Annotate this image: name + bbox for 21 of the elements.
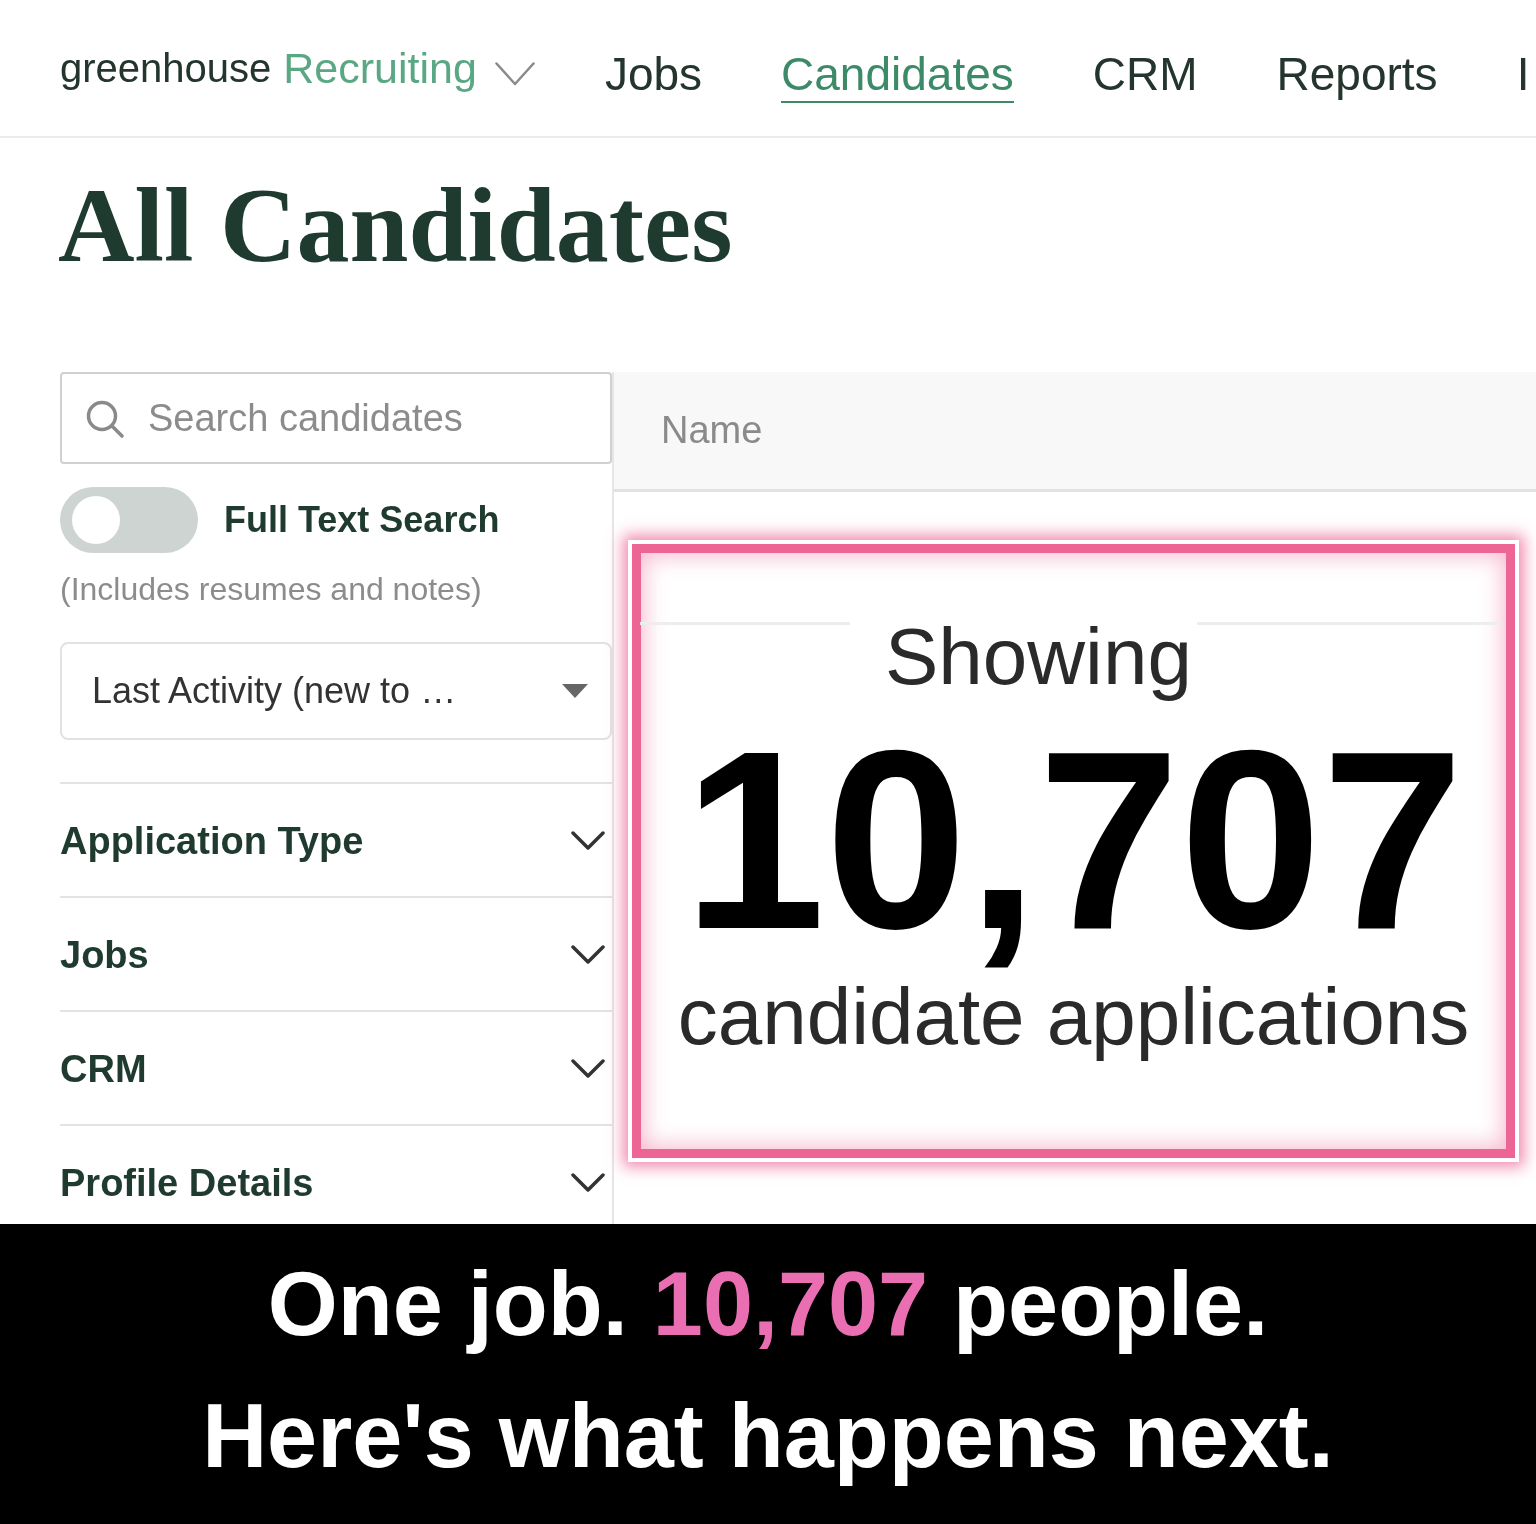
nav-link[interactable]: Jobs: [604, 48, 703, 103]
chevron-down-icon: [494, 62, 535, 86]
filter-section-header[interactable]: Application Type: [60, 782, 612, 896]
page-title: All Candidates: [58, 173, 733, 279]
caret-down-icon: [562, 684, 588, 698]
brand-wordmark: greenhouse: [60, 45, 272, 91]
caption-line: One job. 10,707 people.: [267, 1253, 1269, 1356]
hint-text: (Includes resumes and notes): [60, 570, 482, 608]
nav-link[interactable]: Reports: [1276, 48, 1438, 103]
candidate-count: 10,707: [682, 702, 1465, 978]
filter-section-header[interactable]: CRM: [60, 1010, 612, 1124]
filter-section-header[interactable]: Jobs: [60, 896, 612, 1010]
nav-link[interactable]: Candidates: [781, 48, 1014, 103]
sort-dropdown[interactable]: Last Activity (new to …: [60, 642, 612, 740]
caption-line: Here's what happens next.: [202, 1385, 1334, 1488]
search-icon: [86, 400, 124, 438]
nav-link[interactable]: CRM: [1092, 48, 1198, 103]
column-header: Name: [661, 408, 763, 453]
nav-link[interactable]: I: [1516, 48, 1530, 103]
toggle-label: Full Text Search: [224, 499, 500, 541]
search-field[interactable]: Search candidates: [60, 372, 612, 464]
